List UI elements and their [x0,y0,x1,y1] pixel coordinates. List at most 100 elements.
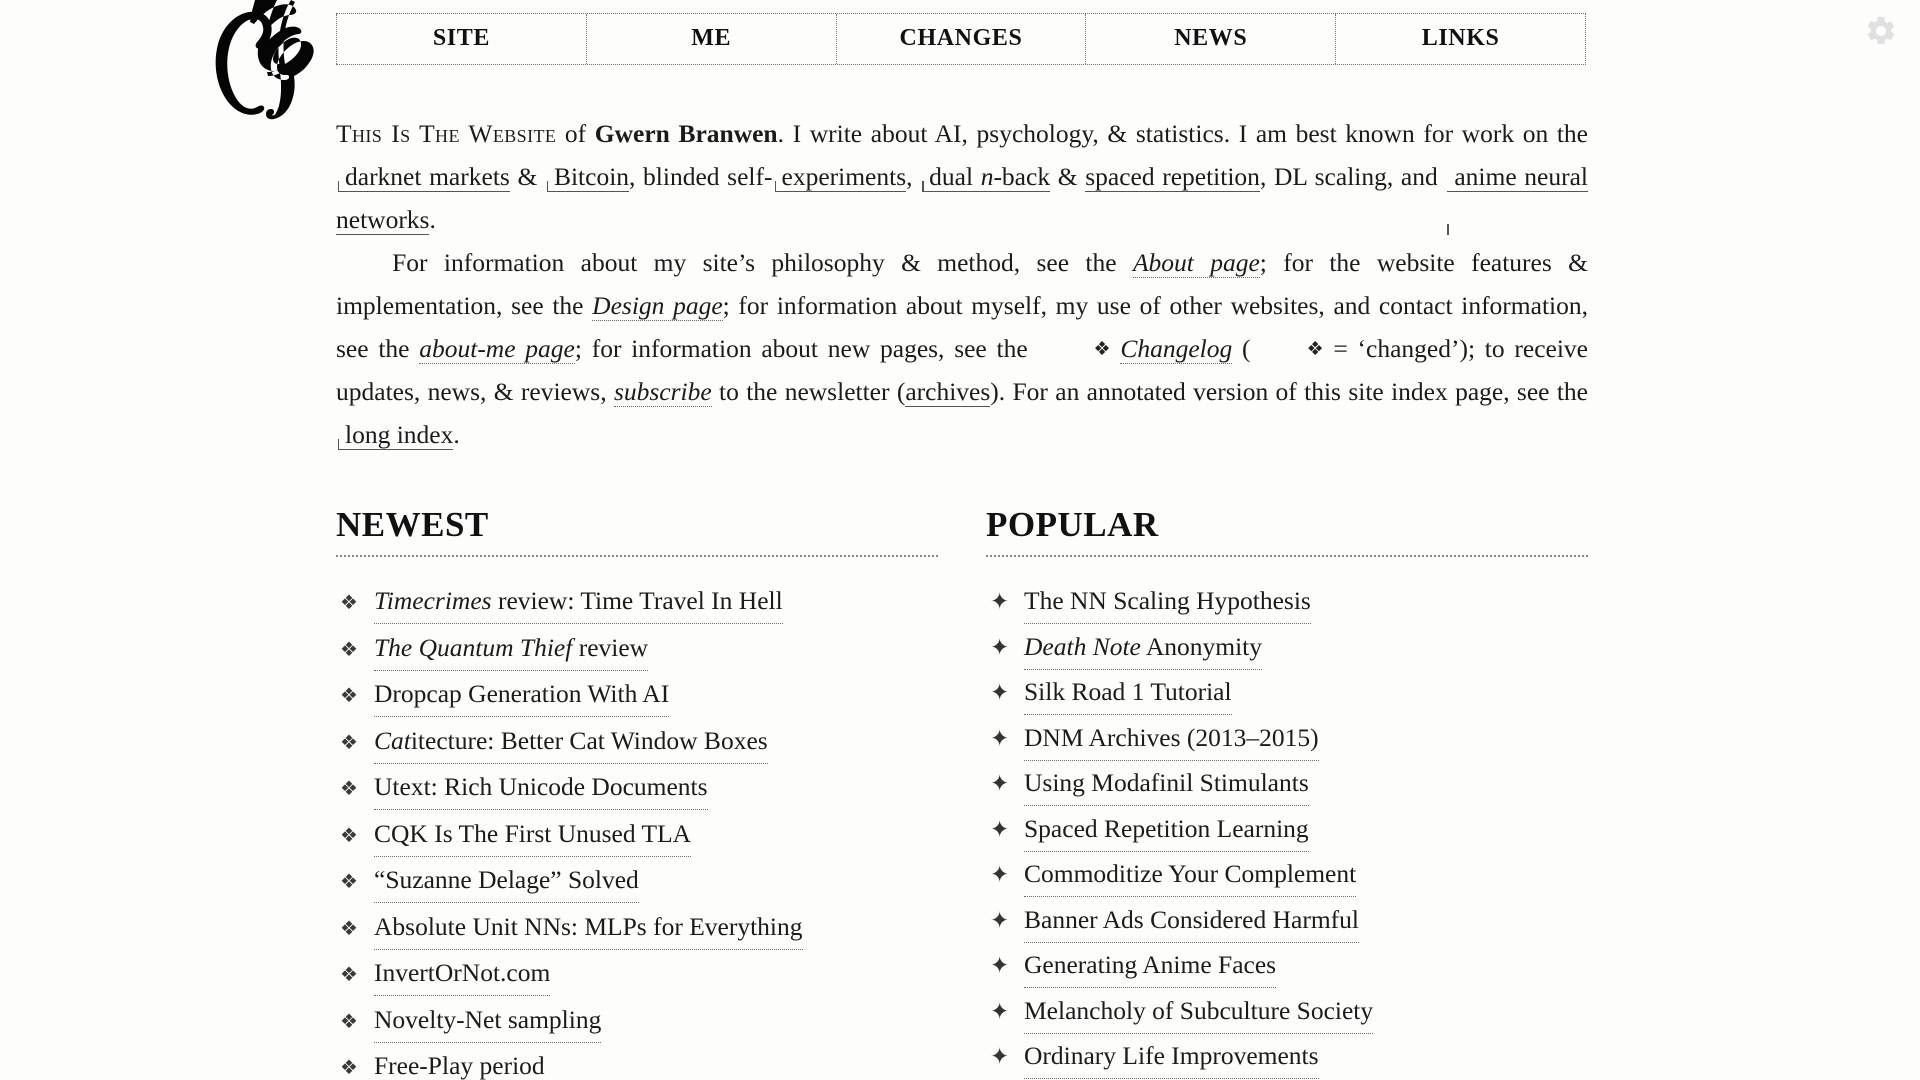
list-item[interactable]: ✦ DNM Archives (2013–2015) [986,716,1588,761]
changed-diamond-icon: ❖ [340,1010,358,1033]
list-item-link[interactable]: Spaced Repetition Learning [1024,807,1309,852]
list-item[interactable]: ✦ Using Modafinil Stimulants [986,761,1588,806]
list-item-link[interactable]: DNM Archives (2013–2015) [1024,716,1319,761]
intro-text-1: . I write about AI, psychology, & statis… [777,119,1588,148]
nav-item-me[interactable]: Me [585,14,836,64]
list-item[interactable]: ✦ Ordinary Life Improvements [986,1034,1588,1079]
changed-diamond-icon: ❖ [340,1057,358,1079]
list-item[interactable]: ✦ Silk Road 1 Tutorial [986,670,1588,715]
link-about-me-page[interactable]: about-me page [419,334,575,364]
popular-column: Popular ✦ The NN Scaling Hypothesis ✦ Death… [986,505,1588,1080]
link-bitcoin[interactable]: Bitcoin [546,162,630,192]
list-item[interactable]: ❖ Absolute Unit NNs: MLPs for Everything [336,905,938,951]
intro-of-text: of [556,119,595,148]
link-about-page[interactable]: About page [1132,248,1260,278]
four-point-star-icon: ✦ [990,998,1010,1024]
list-item-link[interactable]: Ordinary Life Improvements [1024,1034,1319,1079]
list-item-link[interactable]: Absolute Unit NNs: MLPs for Everything [374,905,803,950]
list-item-link[interactable]: Novelty-Net sampling [374,998,602,1043]
page-root: Site Me Changes News Links This Is The W… [0,0,1920,1080]
four-point-star-icon: ✦ [990,725,1010,751]
list-item-link[interactable]: Catitecture: Better Cat Window Boxes [374,719,768,764]
list-item-link[interactable]: Timecrimes review: Time Travel In Hell [374,579,783,624]
link-subscribe[interactable]: subscribe [613,377,712,407]
list-item-link[interactable]: Melancholy of Subculture Society [1024,989,1374,1034]
nav-item-links[interactable]: Links [1335,14,1585,64]
list-item[interactable]: ❖ CQK Is The First Unused TLA [336,812,938,858]
list-item-link[interactable]: InvertOrNot.com [374,951,551,996]
intro-text-3: , blinded self- [629,162,773,191]
newest-list: ❖ Timecrimes review: Time Travel In Hell ❖… [336,579,938,1080]
author-name: Gwern Branwen [594,119,778,148]
list-item-link[interactable]: The Quantum Thief review [374,626,649,671]
changed-diamond-icon: ❖ [340,638,358,661]
changed-diamond-icon: ❖ [340,964,358,986]
list-item-title-rest: Anonymity [1140,631,1262,661]
intro-text-4: , [906,162,921,191]
list-item-title-italic: Death Note [1024,631,1141,661]
newest-heading: Newest [336,505,938,557]
list-item-link[interactable]: Free-Play period [374,1044,545,1080]
site-header: Site Me Changes News Links [0,0,1920,120]
p2-text-8: ). For an annotated version of this site… [990,377,1588,406]
link-changelog[interactable]: Changelog [1120,334,1233,364]
link-archives[interactable]: archives [905,377,991,407]
intro-section: This Is The Website of Gwern Branwen. I … [336,112,1588,456]
list-item[interactable]: ✦ Generating Anime Faces [986,943,1588,988]
newest-column: Newest ❖ Timecrimes review: Time Travel I… [336,505,938,1080]
list-item[interactable]: ❖ Timecrimes review: Time Travel In Hell [336,579,938,625]
list-item-link[interactable]: Generating Anime Faces [1024,943,1277,988]
link-design-page[interactable]: Design page [592,291,723,321]
list-item-title-rest: review: Time Travel In Hell [491,586,783,615]
changed-diamond-icon: ❖ [340,824,358,847]
nav-item-changes[interactable]: Changes [835,14,1086,64]
list-item[interactable]: ❖ Novelty-Net sampling [336,998,938,1044]
list-item-link[interactable]: Silk Road 1 Tutorial [1024,670,1232,715]
list-item[interactable]: ❖ “Suzanne Delage” Solved [336,858,938,904]
popular-list: ✦ The NN Scaling Hypothesis ✦ Death Note An… [986,579,1588,1079]
list-item[interactable]: ❖ Dropcap Generation With AI [336,672,938,718]
list-item[interactable]: ✦ Melancholy of Subculture Society [986,989,1588,1034]
intro-lead-smallcaps: This Is The Website [336,119,557,148]
list-item[interactable]: ❖ Free-Play period [336,1044,938,1080]
list-item[interactable]: ❖ Utext: Rich Unicode Documents [336,765,938,811]
nav-item-site[interactable]: Site [336,14,586,64]
list-item-link[interactable]: The NN Scaling Hypothesis [1024,579,1311,624]
link-experiments[interactable]: experiments [774,162,907,192]
list-item-link[interactable]: CQK Is The First Unused TLA [374,812,692,857]
link-dual-n-back[interactable]: dual n-back [922,162,1051,192]
four-point-star-icon: ✦ [990,589,1010,614]
changed-diamond-icon: ❖ [1093,339,1111,360]
four-point-star-icon: ✦ [990,862,1010,887]
list-item-title-rest: itecture: Better Cat Window Boxes [410,725,768,755]
four-point-star-icon: ✦ [990,1044,1010,1069]
list-item[interactable]: ✦ Spaced Repetition Learning [986,807,1588,852]
four-point-star-icon: ✦ [990,771,1010,796]
list-item-link[interactable]: Utext: Rich Unicode Documents [374,765,708,810]
list-item[interactable]: ✦ The NN Scaling Hypothesis [986,579,1588,624]
list-item[interactable]: ❖ The Quantum Thief review [336,626,938,672]
list-item[interactable]: ✦ Banner Ads Considered Harmful [986,898,1588,943]
list-item-link[interactable]: Banner Ads Considered Harmful [1024,898,1359,943]
list-item-link[interactable]: Commoditize Your Complement [1024,852,1357,897]
link-long-index[interactable]: long index [338,420,454,450]
changed-diamond-icon-2: ❖ [1306,339,1324,360]
list-item[interactable]: ✦ Death Note Anonymity [986,625,1588,670]
four-point-star-icon: ✦ [990,907,1010,933]
p2-text-1: For information about my site’s philosop… [392,248,1133,277]
list-item[interactable]: ❖ Catitecture: Better Cat Window Boxes [336,719,938,765]
list-item[interactable]: ✦ Commoditize Your Complement [986,852,1588,897]
list-item[interactable]: ❖ InvertOrNot.com [336,951,938,997]
link-spaced-repetition[interactable]: spaced repetition [1085,162,1260,192]
four-point-star-icon: ✦ [990,953,1010,978]
list-item-link[interactable]: Using Modafinil Stimulants [1024,761,1309,806]
list-item-link[interactable]: Dropcap Generation With AI [374,672,670,717]
gwern-monogram-logo[interactable] [205,0,325,124]
list-item-link[interactable]: “Suzanne Delage” Solved [374,858,639,903]
index-columns: Newest ❖ Timecrimes review: Time Travel I… [336,505,1588,1080]
list-item-link[interactable]: Death Note Anonymity [1024,625,1262,670]
main-nav[interactable]: Site Me Changes News Links [336,13,1586,65]
nav-item-news[interactable]: News [1085,14,1335,64]
link-darknet-markets[interactable]: darknet markets [338,162,510,192]
changed-diamond-icon: ❖ [340,685,358,707]
